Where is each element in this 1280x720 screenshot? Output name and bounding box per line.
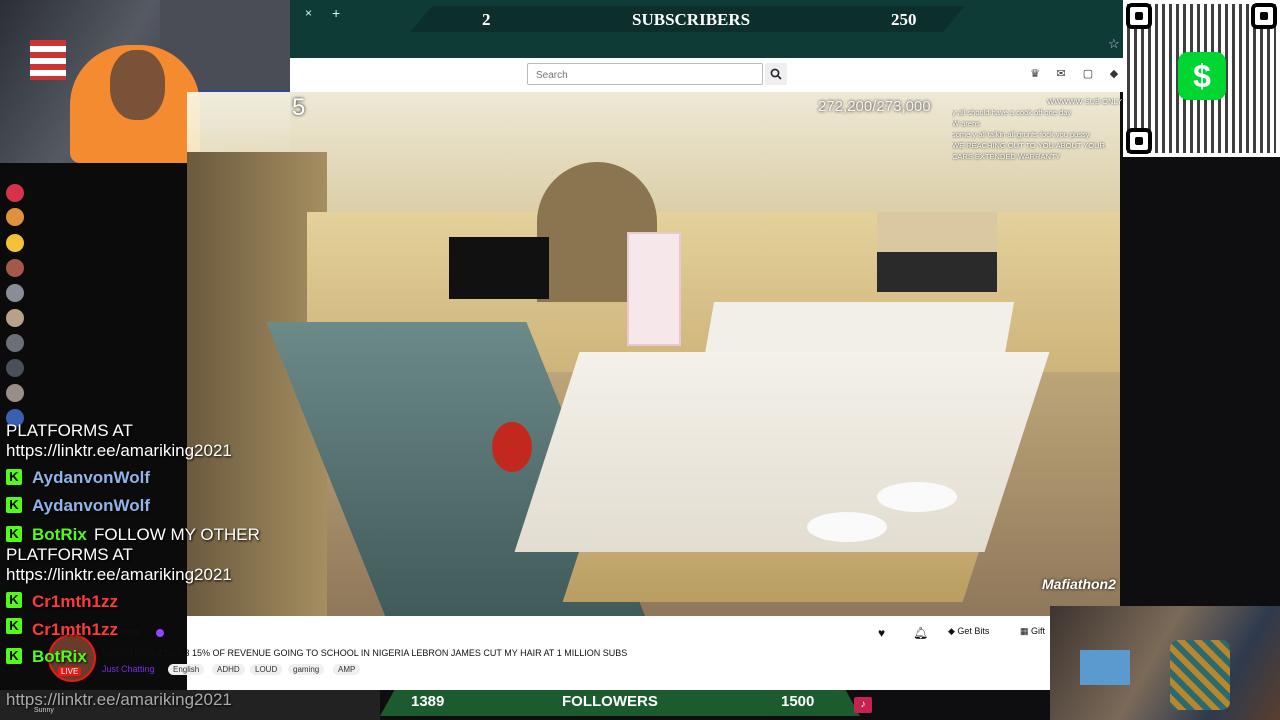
video-scene xyxy=(877,252,997,292)
chat-username[interactable]: Cr1mth1zz xyxy=(32,592,118,612)
qr-finder xyxy=(1126,3,1152,29)
channel-avatar[interactable] xyxy=(6,334,24,352)
live-badge: LIVE xyxy=(58,667,82,676)
room-webcam xyxy=(1050,606,1280,720)
follow-heart-icon[interactable]: ♥ xyxy=(878,626,885,640)
gift-icon: ▦ xyxy=(1020,626,1032,636)
stream-tag[interactable]: English xyxy=(168,664,205,675)
kick-icon: K xyxy=(6,497,22,513)
video-scene xyxy=(449,237,549,299)
chat-message-text: https://linktr.ee/amariking2021 xyxy=(6,441,232,460)
channel-avatar[interactable] xyxy=(6,234,24,252)
chat-username[interactable]: BotRix xyxy=(32,525,87,545)
get-bits-button[interactable]: ◆ Get Bits xyxy=(948,626,989,637)
kick-icon: K xyxy=(6,469,22,485)
new-tab-icon[interactable]: + xyxy=(332,5,340,21)
channel-avatar[interactable] xyxy=(6,284,24,302)
chat-username[interactable]: Cr1mth1zz xyxy=(32,620,118,640)
channel-avatar[interactable] xyxy=(6,359,24,377)
subscriber-goal: 250 xyxy=(891,10,917,29)
stream-tag[interactable]: AMP xyxy=(333,664,361,675)
stream-title: MAFIATHON 2 DAY 3 15% OF REVENUE GOING T… xyxy=(102,648,628,658)
verified-icon xyxy=(156,629,164,637)
follower-goal: 1500 xyxy=(781,693,815,710)
notification-bell-icon[interactable]: 🔔︎ xyxy=(913,626,928,640)
video-corner-digit: 5 xyxy=(292,94,306,121)
chat-message-text: https://linktr.ee/amariking2021 xyxy=(6,565,232,584)
channel-avatar[interactable] xyxy=(6,184,24,202)
overlay-chat-line: W arens xyxy=(952,119,980,128)
kick-icon: K xyxy=(6,592,22,608)
overlay-chat: WWWWW SUB ONLY y all should have a cook … xyxy=(952,96,1122,162)
bits-icon: ◆ xyxy=(948,626,958,636)
video-watermark: Mafiathon2 xyxy=(1042,576,1116,592)
channel-avatar[interactable] xyxy=(6,309,24,327)
search-button[interactable] xyxy=(765,63,787,85)
room-monitor xyxy=(1080,650,1130,685)
stream-tag[interactable]: ADHD xyxy=(212,664,245,675)
whispers-icon[interactable]: ▢ xyxy=(1082,68,1094,80)
overlay-chat-line: y all should have a cook off one day xyxy=(952,108,1072,117)
weather-label: Sunny xyxy=(34,707,54,714)
overlay-chat-line: some y all talkin all grunts fock you pu… xyxy=(952,130,1090,139)
qr-finder xyxy=(1126,128,1152,154)
channel-avatar[interactable] xyxy=(6,259,24,277)
kick-icon: K xyxy=(6,618,22,634)
video-player[interactable] xyxy=(187,92,1120,616)
video-scene xyxy=(492,422,532,472)
chat-message-text: FOLLOW MY OTHER xyxy=(94,525,260,544)
search-input[interactable] xyxy=(534,65,758,85)
search-icon xyxy=(770,68,782,80)
right-panel xyxy=(1120,157,1280,606)
crown-icon[interactable]: ♛ xyxy=(1029,68,1041,80)
room-chair xyxy=(1170,640,1230,710)
bookmark-star-icon[interactable]: ☆ xyxy=(1108,36,1120,52)
inbox-icon[interactable]: ✉ xyxy=(1055,68,1067,80)
stream-tag[interactable]: gaming xyxy=(288,664,325,675)
prime-icon[interactable]: ◆ xyxy=(1108,68,1120,80)
kick-icon: K xyxy=(6,526,22,542)
video-scene xyxy=(514,352,1050,552)
search-field[interactable] xyxy=(527,63,763,85)
get-bits-label: Get Bits xyxy=(957,626,990,636)
video-scene xyxy=(807,512,887,542)
stream-category[interactable]: Just Chatting xyxy=(102,664,155,674)
qr-finder xyxy=(1251,3,1277,29)
channel-avatar[interactable] xyxy=(6,384,24,402)
chat-username[interactable]: AydanvonWolf xyxy=(32,496,150,516)
chat-message-text: PLATFORMS AT xyxy=(6,421,133,440)
overlay-chat-line: WE REACHING OUT TO YOU ABOUT YOUR CARS E… xyxy=(952,141,1105,161)
chat-message-text: PLATFORMS AT xyxy=(6,545,133,564)
gift-button[interactable]: ▦ Gift xyxy=(1020,626,1045,637)
stream-tag[interactable]: LOUD xyxy=(250,664,283,675)
subscriber-count: 2 xyxy=(482,10,491,29)
subscriber-label: SUBSCRIBERS xyxy=(632,10,751,29)
overlay-chat-line: WWWWW SUB ONLY xyxy=(1047,97,1122,106)
chat-username[interactable]: BotRix xyxy=(32,647,87,667)
cashapp-logo-icon: $ xyxy=(1178,52,1226,100)
goal-progress-text: 272,200/273,000 xyxy=(818,98,931,115)
gift-label: Gift xyxy=(1031,626,1046,636)
follower-count: 1389 xyxy=(411,693,445,710)
webcam-head xyxy=(110,50,165,120)
tab-close-icon[interactable]: × xyxy=(305,6,312,20)
webcam-flag xyxy=(30,40,66,80)
tiktok-icon: ♪ xyxy=(854,697,872,713)
video-scene xyxy=(627,232,681,346)
channel-avatar[interactable] xyxy=(6,208,24,226)
kick-icon: K xyxy=(6,648,22,664)
video-scene xyxy=(877,482,957,512)
chat-username[interactable]: AydanvonWolf xyxy=(32,468,150,488)
follower-label: FOLLOWERS xyxy=(562,693,658,710)
